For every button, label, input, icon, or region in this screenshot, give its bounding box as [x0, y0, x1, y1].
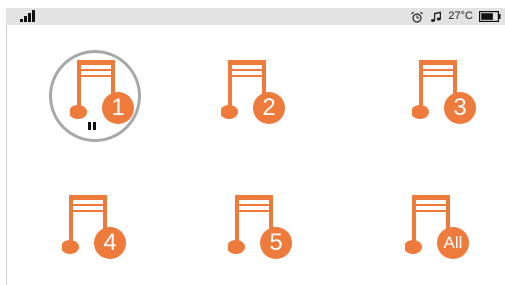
alarm-icon	[411, 11, 424, 23]
battery-level-fill	[481, 13, 493, 20]
music-tile-2[interactable]: 2	[198, 48, 294, 144]
music-tile-all[interactable]: All	[382, 183, 478, 279]
music-tile-3[interactable]: 3	[389, 48, 485, 144]
signal-bars-icon	[20, 10, 35, 22]
track-number-badge: 3	[444, 92, 476, 124]
track-number-badge: 5	[260, 227, 292, 259]
track-number-badge: 2	[253, 92, 285, 124]
music-tile-1[interactable]: 1	[47, 48, 143, 144]
track-all-badge: All	[437, 227, 469, 259]
status-bar: 27°C	[6, 8, 505, 25]
temperature-text: 27°C	[448, 10, 473, 22]
music-note-icon	[431, 11, 442, 22]
track-number-badge: 1	[102, 92, 134, 124]
music-tile-4[interactable]: 4	[39, 183, 135, 279]
battery-icon	[479, 11, 501, 22]
track-number-badge: 4	[94, 227, 126, 259]
status-indicators: 27°C	[410, 8, 501, 25]
music-tile-5[interactable]: 5	[205, 183, 301, 279]
pause-icon	[88, 122, 96, 130]
left-border	[6, 25, 7, 285]
